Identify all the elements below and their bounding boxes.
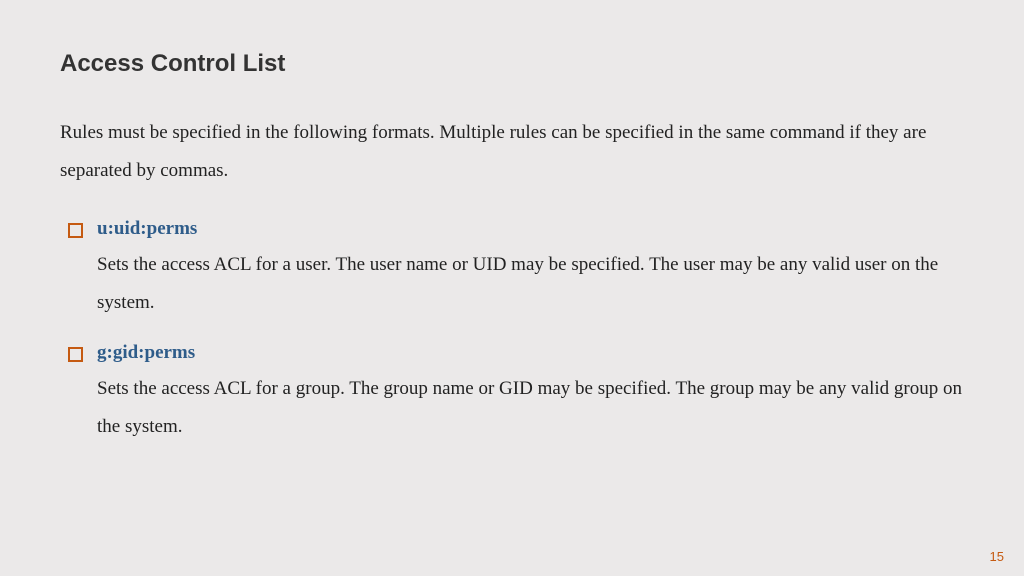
slide-container: Access Control List Rules must be specif… bbox=[0, 0, 1024, 576]
rule-label: u:uid:perms bbox=[97, 218, 964, 240]
page-number: 15 bbox=[990, 549, 1004, 564]
rule-list: u:uid:perms Sets the access ACL for a us… bbox=[60, 218, 964, 446]
list-item: u:uid:perms Sets the access ACL for a us… bbox=[68, 218, 964, 322]
square-bullet-icon bbox=[68, 347, 83, 362]
page-title: Access Control List bbox=[60, 50, 964, 78]
intro-text: Rules must be specified in the following… bbox=[60, 114, 964, 190]
rule-label: g:gid:perms bbox=[97, 342, 964, 364]
rule-description: Sets the access ACL for a user. The user… bbox=[97, 254, 938, 313]
rule-content: u:uid:perms Sets the access ACL for a us… bbox=[97, 218, 964, 322]
list-item: g:gid:perms Sets the access ACL for a gr… bbox=[68, 342, 964, 446]
rule-content: g:gid:perms Sets the access ACL for a gr… bbox=[97, 342, 964, 446]
square-bullet-icon bbox=[68, 223, 83, 238]
rule-description: Sets the access ACL for a group. The gro… bbox=[97, 378, 962, 437]
